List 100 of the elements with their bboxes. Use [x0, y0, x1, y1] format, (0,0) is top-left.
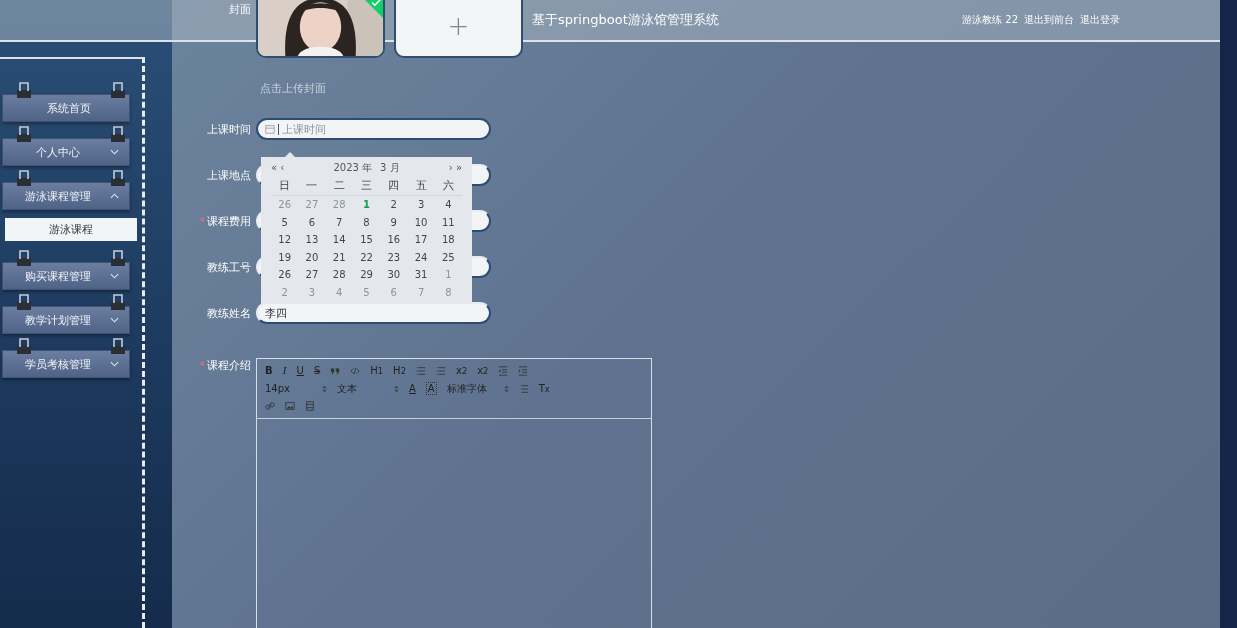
calendar-day[interactable]: 14 [325, 231, 353, 249]
text-color-button[interactable]: A [409, 383, 416, 394]
menu-item[interactable]: 游泳课程管理 [2, 182, 130, 210]
menu-item[interactable]: 购买课程管理 [2, 262, 130, 290]
calendar-day[interactable]: 4 [434, 196, 462, 214]
dropdown-select[interactable]: 14px [265, 383, 327, 394]
calendar-day[interactable]: 12 [271, 231, 299, 249]
binder-clip-icon [110, 169, 126, 187]
calendar-day[interactable]: 1 [434, 266, 462, 284]
header-link[interactable]: 退出到前台 [1024, 13, 1074, 27]
calendar-day[interactable]: 27 [298, 196, 326, 214]
calendar-day[interactable]: 5 [271, 213, 299, 232]
menu-item[interactable]: 个人中心 [2, 138, 130, 166]
weekday-label: 四 [387, 178, 401, 193]
code-icon[interactable] [350, 365, 361, 376]
input-field[interactable]: 上课时间 [256, 118, 491, 140]
calendar-day[interactable]: 28 [325, 266, 353, 284]
binder-clip-icon [110, 249, 126, 267]
calendar-day[interactable]: 31 [407, 266, 435, 284]
calendar-day[interactable]: 16 [380, 231, 408, 249]
link-icon[interactable] [265, 401, 275, 412]
dropdown-select[interactable]: 文本 [337, 381, 399, 396]
calendar-day[interactable]: 21 [325, 248, 353, 267]
next-month-button[interactable]: › » [448, 162, 462, 173]
chevron-icon [110, 193, 119, 199]
calendar-day[interactable]: 28 [325, 196, 353, 214]
calendar-day[interactable]: 13 [298, 231, 326, 249]
field-label: 上课地点 [207, 167, 251, 183]
header-link[interactable]: 游泳教练 22 [962, 13, 1018, 27]
menu-item[interactable]: 学员考核管理 [2, 350, 130, 378]
calendar-day[interactable]: 23 [380, 248, 408, 267]
header-link[interactable]: 退出登录 [1080, 13, 1120, 27]
calendar-day[interactable]: 6 [380, 283, 408, 302]
binder-clip-icon [110, 337, 126, 355]
calendar-day[interactable]: 26 [271, 266, 299, 284]
calendar-day[interactable]: 11 [434, 213, 462, 232]
required-mark: * [199, 359, 205, 372]
input-field[interactable]: 李四 [256, 302, 491, 324]
italic-button[interactable]: I [282, 365, 287, 377]
dropdown-select[interactable]: 标准字体 [446, 381, 509, 396]
upload-button[interactable]: + [394, 0, 523, 58]
weekday-label: 三 [360, 178, 373, 193]
binder-clip-icon [16, 293, 32, 311]
calendar-day[interactable]: 3 [407, 196, 435, 214]
calendar-day[interactable]: 8 [352, 213, 381, 232]
month-label[interactable]: 3 月 [380, 160, 400, 175]
calendar-icon [265, 124, 275, 134]
list-icon[interactable] [415, 365, 426, 376]
calendar-day[interactable]: 30 [380, 266, 408, 284]
calendar-day[interactable]: 29 [352, 266, 381, 284]
video-icon[interactable] [305, 401, 315, 412]
underline-button[interactable]: U [296, 365, 304, 377]
calendar-day[interactable]: 7 [407, 283, 435, 302]
list-icon[interactable] [435, 365, 446, 376]
calendar-day[interactable]: 20 [298, 248, 326, 267]
upload-hint: 点击上传封面 [260, 81, 327, 96]
binder-clip-icon [110, 125, 126, 143]
previous-month-button[interactable]: « ‹ [271, 162, 285, 173]
chevron-icon [110, 361, 119, 367]
calendar-day[interactable]: 4 [325, 283, 353, 302]
calendar-day[interactable]: 17 [407, 231, 435, 249]
field-label: 封面 [228, 2, 252, 17]
calendar-day[interactable]: 7 [325, 213, 353, 232]
indent-icon[interactable] [518, 365, 529, 376]
submenu-item[interactable]: 游泳课程 [5, 218, 137, 241]
calendar-day[interactable]: 22 [352, 248, 381, 267]
calendar-day[interactable]: 3 [298, 283, 326, 302]
calendar-day[interactable]: 2 [380, 196, 408, 214]
image-icon[interactable] [285, 401, 295, 412]
bold-button[interactable]: B [265, 365, 273, 377]
menu-item[interactable]: 教学计划管理 [2, 306, 130, 334]
select-arrow-icon [503, 384, 509, 393]
calendar-day[interactable]: 26 [271, 196, 299, 214]
calendar-day[interactable]: 1 [352, 196, 381, 214]
calendar-day[interactable]: 8 [434, 283, 462, 302]
weekday-label: 日 [278, 178, 292, 193]
field-label: 课程介绍 [207, 358, 251, 373]
calendar-day[interactable]: 25 [434, 248, 462, 267]
calendar-day[interactable]: 2 [271, 283, 299, 302]
calendar-day[interactable]: 9 [380, 213, 408, 232]
app-title: 基于springboot游泳馆管理系统 [532, 11, 719, 29]
strikethrough-button[interactable]: S [313, 365, 321, 377]
calendar-day[interactable]: 10 [407, 213, 435, 232]
calendar-day[interactable]: 6 [298, 213, 326, 232]
binder-clip-icon [110, 81, 126, 99]
calendar-day[interactable]: 19 [271, 248, 299, 267]
menu-item[interactable]: 系统首页 [2, 94, 130, 122]
indent-icon[interactable] [498, 365, 509, 376]
calendar-day[interactable]: 15 [352, 231, 381, 249]
binder-clip-icon [16, 125, 32, 143]
calendar-day[interactable]: 5 [352, 283, 381, 302]
required-mark: * [199, 214, 205, 228]
calendar-day[interactable]: 27 [298, 266, 326, 284]
calendar-day[interactable]: 18 [434, 231, 462, 249]
calendar-day[interactable]: 24 [407, 248, 435, 267]
background-color-button[interactable]: A [425, 382, 437, 395]
year-label[interactable]: 2023 年 [333, 160, 373, 175]
select-arrow-icon [394, 384, 399, 393]
binder-clip-icon [16, 337, 32, 355]
binder-clip-icon [110, 293, 126, 311]
